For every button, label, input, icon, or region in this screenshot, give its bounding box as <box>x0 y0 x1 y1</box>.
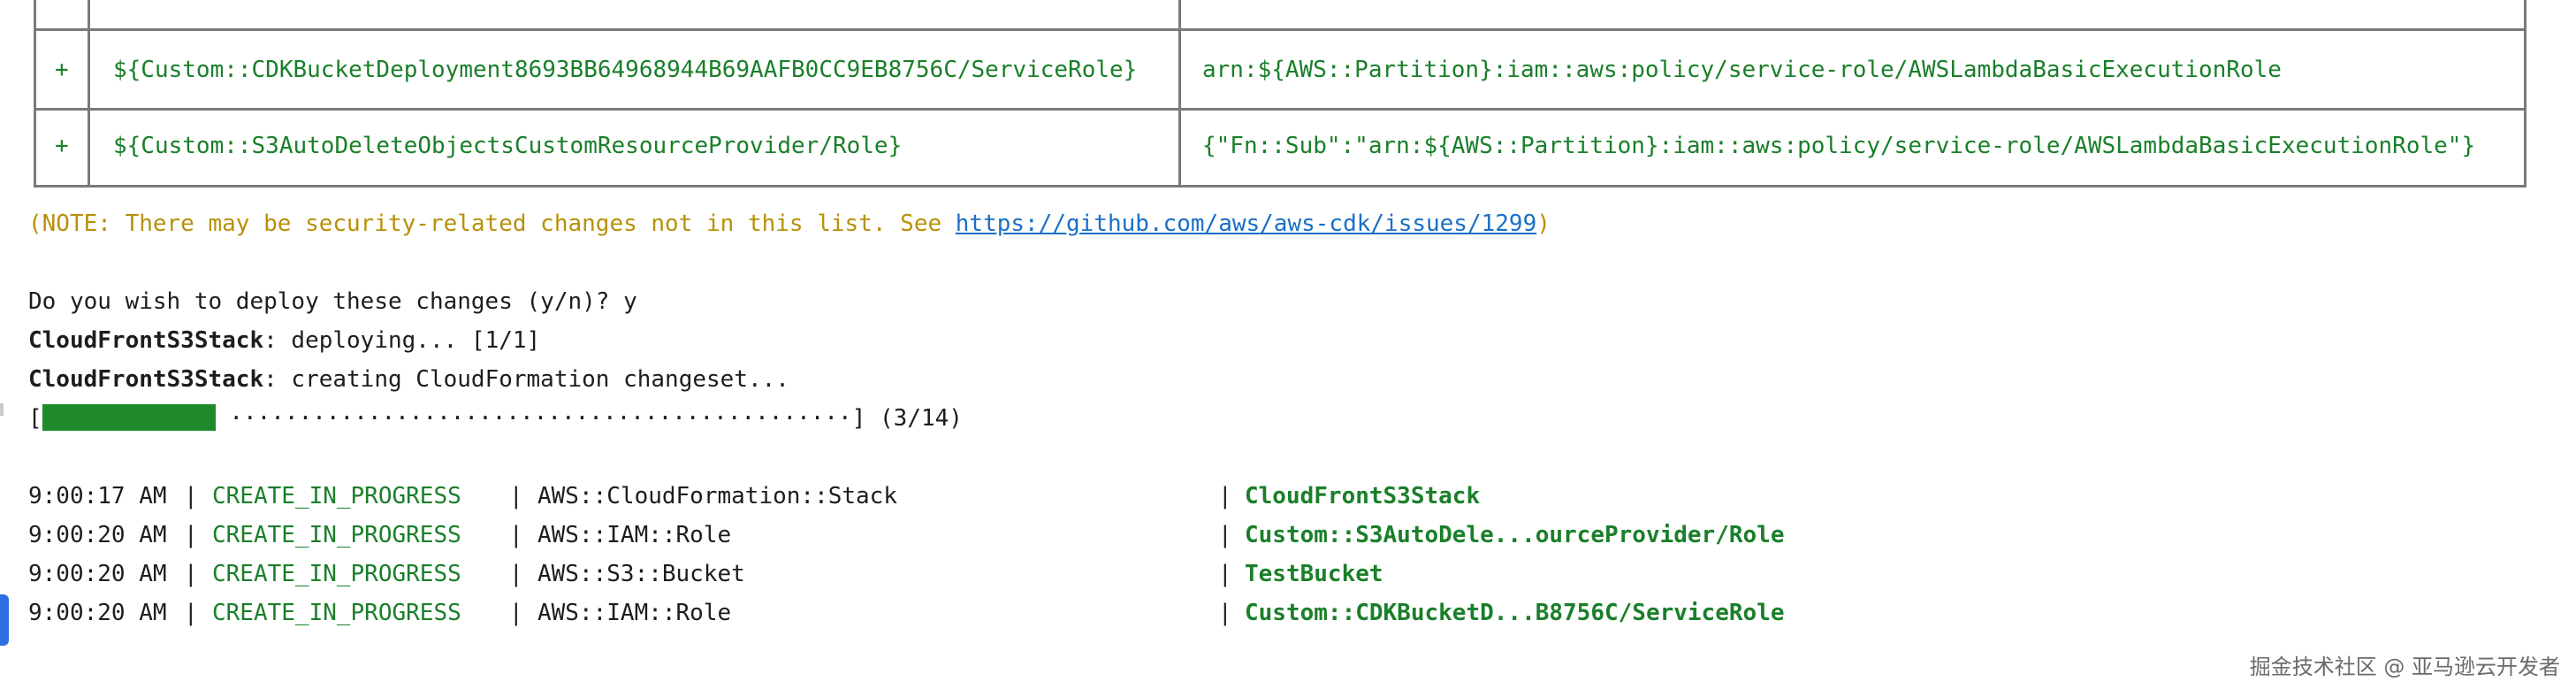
stack-name: CloudFrontS3Stack <box>28 366 264 393</box>
table-row-policy: arn:${AWS::Partition}:iam::aws:policy/se… <box>1202 57 2282 83</box>
event-status: CREATE_IN_PROGRESS <box>212 600 461 626</box>
column-separator: | <box>509 483 523 509</box>
progress-remaining-dots: ········································… <box>229 405 852 432</box>
event-logical-id: Custom::S3AutoDele...ourceProvider/Role <box>1245 522 1785 548</box>
progress-open-bracket: [ <box>28 405 42 432</box>
column-separator: | <box>184 600 198 626</box>
event-time: 9:00:20 AM <box>28 600 167 626</box>
column-separator: | <box>1218 522 1232 548</box>
column-separator: | <box>509 600 523 626</box>
deploy-status-line: CloudFrontS3Stack: creating CloudFormati… <box>28 366 789 393</box>
progress-bar-fill <box>42 403 216 431</box>
event-status: CREATE_IN_PROGRESS <box>212 561 461 587</box>
table-border <box>34 185 2526 188</box>
event-time: 9:00:20 AM <box>28 561 167 587</box>
event-status: CREATE_IN_PROGRESS <box>212 483 461 509</box>
table-row-policy: {"Fn::Sub":"arn:${AWS::Partition}:iam::a… <box>1202 133 2476 159</box>
status-text: : creating CloudFormation changeset... <box>263 366 789 393</box>
event-resource-type: AWS::CloudFormation::Stack <box>537 483 897 509</box>
table-border <box>34 28 2526 31</box>
column-separator: | <box>184 483 198 509</box>
table-border <box>2524 0 2526 188</box>
event-logical-id: Custom::CDKBucketD...B8756C/ServiceRole <box>1245 600 1785 626</box>
table-border <box>34 108 2526 111</box>
column-separator: | <box>1218 483 1232 509</box>
column-separator: | <box>184 522 198 548</box>
stack-name: CloudFrontS3Stack <box>28 327 264 354</box>
table-border <box>88 0 90 188</box>
event-logical-id: CloudFrontS3Stack <box>1245 483 1481 509</box>
event-time: 9:00:17 AM <box>28 483 167 509</box>
deploy-status-line: CloudFrontS3Stack: deploying... [1/1] <box>28 327 540 354</box>
status-text: : deploying... [1/1] <box>263 327 541 354</box>
security-note: (NOTE: There may be security-related cha… <box>28 211 1551 237</box>
event-logical-id: TestBucket <box>1245 561 1383 587</box>
event-status: CREATE_IN_PROGRESS <box>212 522 461 548</box>
progress-count: ] (3/14) <box>851 405 963 432</box>
table-row-resource: ${Custom::S3AutoDeleteObjectsCustomResou… <box>113 133 903 159</box>
table-row-change: + <box>55 133 69 159</box>
table-row-change: + <box>55 57 69 83</box>
table-border <box>1178 0 1181 188</box>
column-separator: | <box>1218 600 1232 626</box>
column-separator: | <box>1218 561 1232 587</box>
column-separator: | <box>184 561 198 587</box>
event-resource-type: AWS::S3::Bucket <box>537 561 745 587</box>
event-resource-type: AWS::IAM::Role <box>537 522 732 548</box>
table-border <box>34 0 36 188</box>
event-resource-type: AWS::IAM::Role <box>537 600 732 626</box>
progress-line: [ ······································… <box>28 403 963 432</box>
gutter-scroll-marker[interactable] <box>0 594 9 646</box>
gutter-tick <box>0 403 4 416</box>
github-issue-link[interactable]: https://github.com/aws/aws-cdk/issues/12… <box>956 211 1536 237</box>
event-time: 9:00:20 AM <box>28 522 167 548</box>
watermark: 掘金技术社区 @ 亚马逊云开发者 <box>2249 655 2560 679</box>
note-prefix: (NOTE: There may be security-related cha… <box>28 211 956 237</box>
column-separator: | <box>509 561 523 587</box>
deploy-prompt: Do you wish to deploy these changes (y/n… <box>28 288 637 315</box>
table-row-resource: ${Custom::CDKBucketDeployment8693BB64968… <box>113 57 1138 83</box>
column-separator: | <box>509 522 523 548</box>
note-suffix: ) <box>1536 211 1551 237</box>
